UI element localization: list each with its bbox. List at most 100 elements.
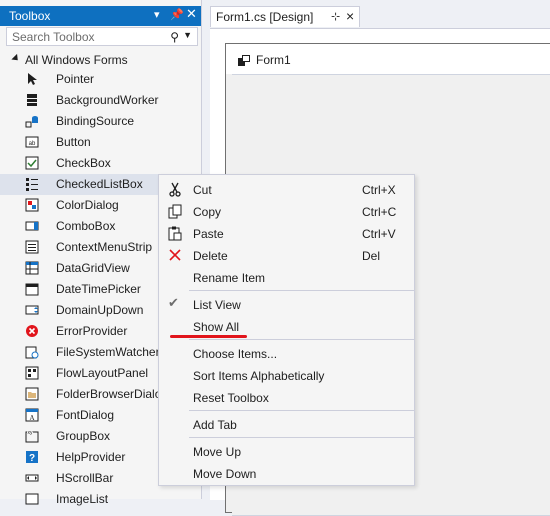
menu-label: Choose Items...: [193, 347, 278, 361]
menu-label: List View: [193, 298, 241, 312]
form-title: Form1: [256, 53, 291, 67]
menu-label: Reset Toolbox: [193, 391, 269, 405]
toolbox-item-helpprovider[interactable]: ? HelpProvider: [0, 447, 160, 468]
menu-item-reset-toolbox[interactable]: Reset Toolbox: [159, 387, 414, 408]
menu-item-list-view[interactable]: ✔ List View: [159, 294, 414, 315]
close-tab-icon[interactable]: ×: [346, 8, 354, 24]
menu-item-move-up[interactable]: Move Up: [159, 441, 414, 462]
menu-item-add-tab[interactable]: Add Tab: [159, 414, 414, 435]
toolbox-item-label: Button: [56, 135, 91, 149]
menu-item-cut[interactable]: Cut Ctrl+X: [159, 179, 414, 200]
toolbox-item-imagelist[interactable]: ImageList: [0, 489, 160, 510]
search-placeholder: Search Toolbox: [12, 30, 95, 44]
menu-item-choose-items[interactable]: Choose Items...: [159, 343, 414, 364]
toolbox-item-checkbox[interactable]: CheckBox: [0, 153, 160, 174]
toolbox-item-colordialog[interactable]: ColorDialog: [0, 195, 160, 216]
toolbox-item-bindingsource[interactable]: BindingSource: [0, 111, 160, 132]
bindingsource-icon: [25, 116, 38, 128]
pointer-icon: [28, 73, 37, 85]
menu-separator: [189, 410, 414, 411]
toolbox-item-domainupdown[interactable]: DomainUpDown: [0, 300, 160, 321]
toolbox-item-label: ImageList: [56, 492, 109, 506]
toolbox-title: Toolbox: [9, 9, 51, 23]
context-menu: Cut Ctrl+X Copy Ctrl+C Paste Ctrl+V Dele…: [158, 174, 415, 486]
toolbox-item-label: ContextMenuStrip: [56, 240, 153, 254]
fontdialog-icon: A: [25, 408, 39, 422]
menu-shortcut: Ctrl+X: [362, 183, 396, 197]
toolbox-search-input[interactable]: Search Toolbox ⚲ ▼: [6, 27, 198, 46]
menu-label: Move Down: [193, 467, 257, 481]
pin-tab-icon[interactable]: ⊹: [331, 10, 340, 23]
collapse-arrow-icon[interactable]: [11, 53, 21, 64]
toolbox-item-button[interactable]: ab Button: [0, 132, 160, 153]
toolbox-item-fontdialog[interactable]: A FontDialog: [0, 405, 160, 426]
toolbox-item-errorprovider[interactable]: ErrorProvider: [0, 321, 160, 342]
svg-text:A: A: [29, 414, 34, 422]
toolbox-item-filesystemwatcher[interactable]: FileSystemWatcher: [0, 342, 160, 363]
groupbox-icon: xy: [25, 430, 39, 443]
menu-label: Paste: [193, 227, 224, 241]
menu-item-delete[interactable]: Delete Del: [159, 245, 414, 266]
document-tab-bar: Form1.cs [Design] ⊹ ×: [202, 0, 550, 29]
menu-item-move-down[interactable]: Move Down: [159, 463, 414, 484]
toolbox-item-label: FlowLayoutPanel: [56, 366, 149, 380]
toolbox-item-pointer[interactable]: Pointer: [0, 69, 160, 90]
menu-item-show-all[interactable]: Show All: [159, 316, 414, 337]
contextmenustrip-icon: [25, 240, 39, 254]
toolbox-item-combobox[interactable]: ComboBox: [0, 216, 160, 237]
menu-shortcut: Ctrl+C: [362, 205, 397, 219]
svg-text:ab: ab: [29, 141, 36, 147]
menu-item-paste[interactable]: Paste Ctrl+V: [159, 223, 414, 244]
form-title-bar: Form1: [226, 44, 550, 74]
toolbox-item-backgroundworker[interactable]: BackgroundWorker: [0, 90, 160, 111]
menu-item-copy[interactable]: Copy Ctrl+C: [159, 201, 414, 222]
toolbox-item-label: DateTimePicker: [56, 282, 141, 296]
cut-icon: [169, 182, 181, 197]
toolbox-title-bar: Toolbox ▾ 📌 ✕: [0, 6, 201, 26]
search-icon[interactable]: ⚲: [170, 30, 179, 44]
copy-icon: [168, 204, 182, 219]
toolbox-item-label: DataGridView: [56, 261, 130, 275]
hscrollbar-icon: [25, 474, 39, 482]
toolbox-item-label: ComboBox: [56, 219, 116, 233]
folderbrowserdialog-icon: [25, 387, 39, 401]
search-options-icon[interactable]: ▼: [183, 30, 192, 40]
tab-label: Form1.cs [Design]: [216, 10, 314, 24]
svg-text:xy: xy: [28, 430, 34, 436]
toolbox-item-datagridview[interactable]: DataGridView: [0, 258, 160, 279]
menu-label: Add Tab: [193, 418, 237, 432]
menu-label: Move Up: [193, 445, 242, 459]
imagelist-icon: [25, 493, 39, 505]
menu-label: Show All: [193, 320, 240, 334]
toolbox-item-label: CheckBox: [56, 156, 111, 170]
delete-icon: [169, 249, 181, 261]
dropdown-icon[interactable]: ▾: [154, 8, 160, 21]
toolbox-item-flowlayoutpanel[interactable]: FlowLayoutPanel: [0, 363, 160, 384]
toolbox-item-label: GroupBox: [56, 429, 111, 443]
menu-item-rename-item[interactable]: Rename Item: [159, 267, 414, 288]
menu-separator: [189, 437, 414, 438]
pin-icon[interactable]: 📌: [170, 8, 184, 21]
combobox-icon: [25, 221, 39, 231]
toolbox-item-groupbox[interactable]: xy GroupBox: [0, 426, 160, 447]
menu-shortcut: Ctrl+V: [362, 227, 396, 241]
menu-item-sort-items-alphabetically[interactable]: Sort Items Alphabetically: [159, 365, 414, 386]
show-all-highlight-underline: [170, 335, 247, 338]
category-label: All Windows Forms: [25, 53, 128, 67]
toolbox-item-folderbrowserdialo[interactable]: FolderBrowserDialo: [0, 384, 161, 405]
toolbox-item-hscrollbar[interactable]: HScrollBar: [0, 468, 160, 489]
errorprovider-icon: [26, 325, 38, 337]
toolbox-item-contextmenustrip[interactable]: ContextMenuStrip: [0, 237, 160, 258]
toolbox-item-label: CheckedListBox: [56, 177, 143, 191]
toolbox-category[interactable]: All Windows Forms: [0, 51, 201, 71]
toolbox-item-label: ColorDialog: [56, 198, 119, 212]
toolbox-item-label: BindingSource: [56, 114, 135, 128]
datetimepicker-icon: [25, 283, 39, 296]
backgroundworker-icon: [27, 94, 37, 106]
helpprovider-icon: ?: [26, 451, 38, 464]
menu-label: Cut: [193, 183, 212, 197]
toolbox-item-datetimepicker[interactable]: DateTimePicker: [0, 279, 160, 300]
toolbox-item-checkedlistbox[interactable]: CheckedListBox: [0, 174, 160, 195]
tab-form1-design[interactable]: Form1.cs [Design] ⊹ ×: [210, 6, 360, 27]
close-icon[interactable]: ✕: [186, 6, 197, 22]
